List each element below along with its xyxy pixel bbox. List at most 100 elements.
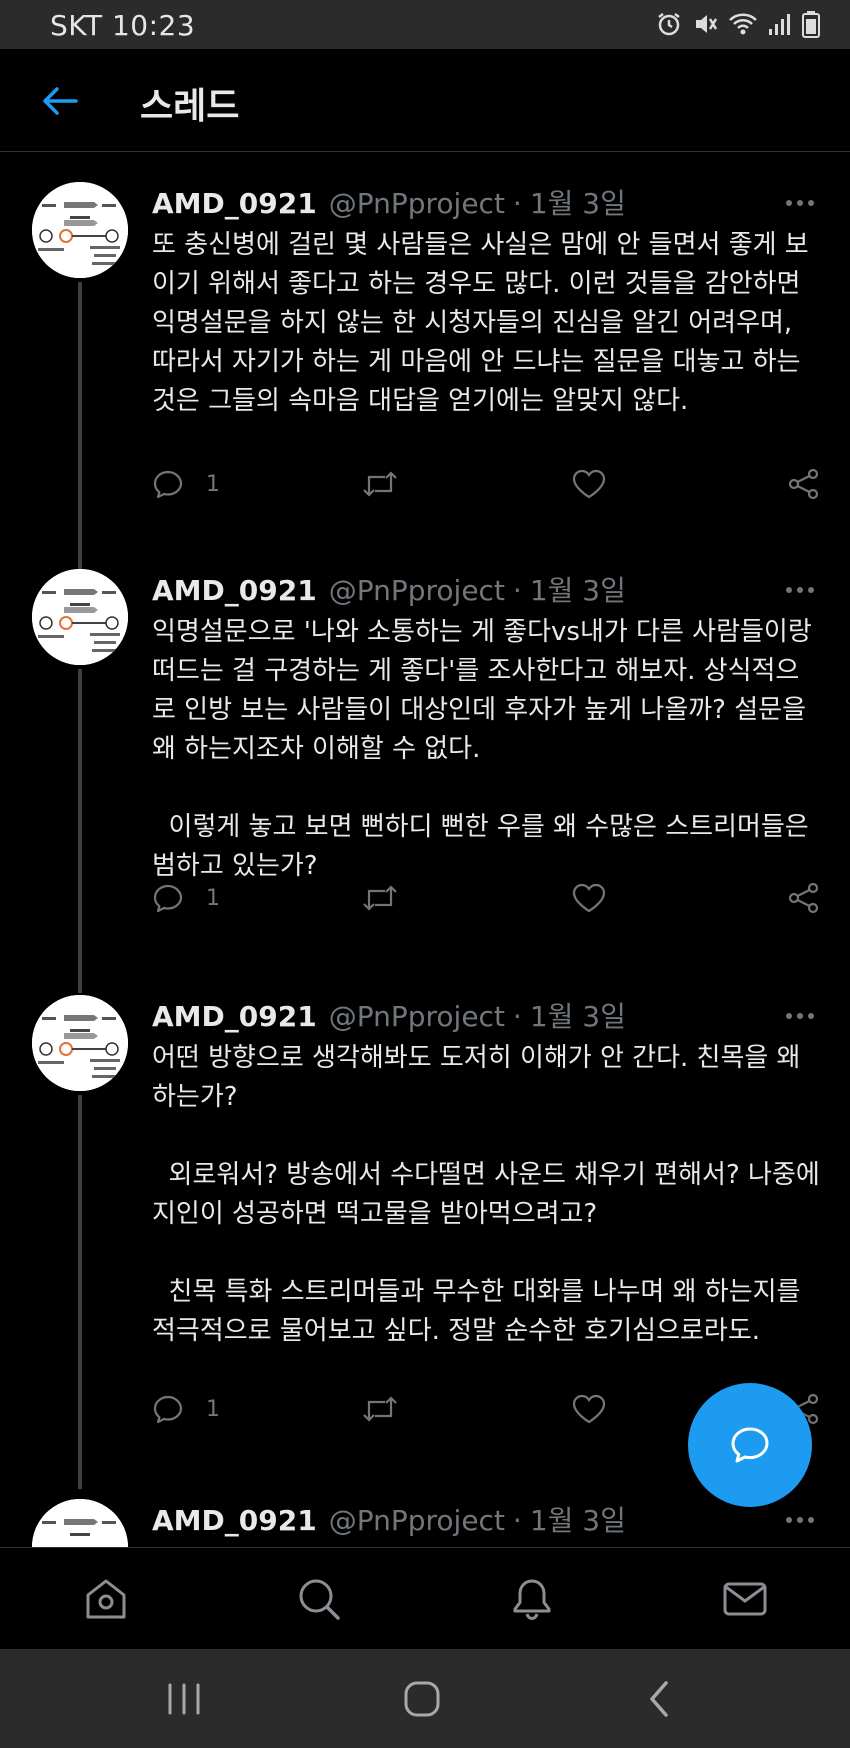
reply-bubble-icon <box>731 1427 769 1463</box>
more-icon <box>786 587 814 593</box>
alarm-icon <box>656 11 682 37</box>
back-nav-button[interactable] <box>630 1677 690 1721</box>
retweet-button[interactable] <box>362 464 398 504</box>
bottom-tab-bar <box>0 1547 850 1648</box>
messages-icon <box>723 1582 767 1616</box>
home-nav-button[interactable] <box>392 1677 452 1721</box>
more-icon <box>786 1517 814 1523</box>
reply-icon <box>153 1395 183 1424</box>
reply-button[interactable]: 1 <box>152 1389 220 1429</box>
author-handle[interactable]: @PnPproject <box>329 1000 505 1033</box>
tab-home[interactable] <box>81 1574 131 1624</box>
retweet-icon <box>363 1396 397 1422</box>
tweet-text: 익명설문으로 '나와 소통하는 게 좋다vs내가 다른 사람들이랑 떠드는 걸 … <box>152 613 822 886</box>
wifi-icon <box>728 11 758 37</box>
tab-messages[interactable] <box>720 1574 770 1624</box>
more-options-button[interactable] <box>780 188 820 218</box>
reply-count: 1 <box>206 1396 220 1422</box>
tweet-paragraph: 외로워서? 방송에서 수다떨면 사운드 채우기 편해서? 나중에 지인이 성공하… <box>152 1160 829 1229</box>
tweet-paragraph: 어떤 방향으로 생각해봐도 도저히 이해가 안 간다. 친목을 왜 하는가? <box>152 1043 801 1112</box>
tweet-date[interactable]: 1월 3일 <box>530 569 626 609</box>
retweet-icon <box>363 885 397 911</box>
tweet-actions: 1 <box>152 878 822 918</box>
tab-notifications[interactable] <box>507 1574 557 1624</box>
author-name[interactable]: AMD_0921 <box>152 187 317 220</box>
avatar[interactable] <box>32 1499 128 1547</box>
arrow-left-icon <box>43 87 78 115</box>
tweet-paragraph: 친목 특화 스트리머들과 무수한 대화를 나누며 왜 하는지를 적극적으로 물어… <box>152 1277 809 1346</box>
header: 스레드 <box>0 49 850 152</box>
like-button[interactable] <box>572 878 606 918</box>
search-icon <box>299 1579 340 1620</box>
avatar[interactable] <box>32 182 128 278</box>
tweet-text: 또 충신병에 걸린 몇 사람들은 사실은 맘에 안 들면서 좋게 보이기 위해서… <box>152 226 822 421</box>
retweet-button[interactable] <box>362 878 398 918</box>
thread-line <box>78 282 82 616</box>
tweet-paragraph: 또 충신병에 걸린 몇 사람들은 사실은 맘에 안 들면서 좋게 보이기 위해서… <box>152 230 809 416</box>
thread-line <box>78 1095 82 1489</box>
separator-dot: · <box>512 574 522 607</box>
recent-apps-button[interactable] <box>154 1677 214 1721</box>
reply-icon <box>153 884 183 913</box>
author-handle[interactable]: @PnPproject <box>329 574 505 607</box>
heart-icon <box>572 883 606 913</box>
compose-reply-button[interactable] <box>688 1383 812 1507</box>
separator-dot: · <box>512 187 522 220</box>
tweet-header: AMD_0921 @PnPproject · 1월 3일 <box>152 182 626 222</box>
separator-dot: · <box>512 1000 522 1033</box>
status-time: SKT 10:23 <box>50 9 196 42</box>
avatar[interactable] <box>32 569 128 665</box>
tweet-actions: 1 <box>152 464 822 504</box>
retweet-button[interactable] <box>362 1389 398 1429</box>
author-name[interactable]: AMD_0921 <box>152 1000 317 1033</box>
tweet-header: AMD_0921 @PnPproject · 1월 3일 <box>152 1499 626 1539</box>
more-icon <box>786 1013 814 1019</box>
page-title: 스레드 <box>140 86 240 127</box>
reply-count: 1 <box>206 885 220 911</box>
more-icon <box>786 200 814 206</box>
tweet-header: AMD_0921 @PnPproject · 1월 3일 <box>152 569 626 609</box>
battery-icon <box>802 10 820 38</box>
author-handle[interactable]: @PnPproject <box>329 1504 505 1537</box>
status-bar: SKT 10:23 <box>0 0 850 49</box>
like-button[interactable] <box>572 464 606 504</box>
share-icon <box>788 468 819 500</box>
tweet-text: 어떤 방향으로 생각해봐도 도저히 이해가 안 간다. 친목을 왜 하는가? 외… <box>152 1039 822 1351</box>
signal-icon <box>768 11 792 37</box>
thread-feed[interactable]: AMD_0921 @PnPproject · 1월 3일 또 충신병에 걸린 몇… <box>0 153 850 1547</box>
tweet-date[interactable]: 1월 3일 <box>530 995 626 1035</box>
tweet-date[interactable]: 1월 3일 <box>530 182 626 222</box>
home-nav-icon <box>404 1681 440 1717</box>
system-nav-bar <box>0 1649 850 1748</box>
heart-icon <box>572 1394 606 1424</box>
tweet-date[interactable]: 1월 3일 <box>530 1499 626 1539</box>
back-nav-icon <box>650 1681 668 1717</box>
more-options-button[interactable] <box>780 575 820 605</box>
retweet-icon <box>363 471 397 497</box>
share-icon <box>788 882 819 914</box>
reply-icon <box>153 470 183 499</box>
more-options-button[interactable] <box>780 1001 820 1031</box>
tweet-paragraph: 익명설문으로 '나와 소통하는 게 좋다vs내가 다른 사람들이랑 떠드는 걸 … <box>152 617 812 764</box>
status-icons <box>656 10 820 38</box>
home-icon <box>86 1579 126 1619</box>
thread-line <box>78 669 82 993</box>
share-button[interactable] <box>788 464 820 504</box>
share-button[interactable] <box>788 878 820 918</box>
more-options-button[interactable] <box>780 1505 820 1535</box>
author-name[interactable]: AMD_0921 <box>152 574 317 607</box>
separator-dot: · <box>512 1504 522 1537</box>
author-handle[interactable]: @PnPproject <box>329 187 505 220</box>
author-name[interactable]: AMD_0921 <box>152 1504 317 1537</box>
avatar[interactable] <box>32 995 128 1091</box>
reply-button[interactable]: 1 <box>152 464 220 504</box>
heart-icon <box>572 469 606 499</box>
like-button[interactable] <box>572 1389 606 1429</box>
tweet-header: AMD_0921 @PnPproject · 1월 3일 <box>152 995 626 1035</box>
notifications-icon <box>513 1579 551 1621</box>
tab-search[interactable] <box>294 1574 344 1624</box>
reply-button[interactable]: 1 <box>152 878 220 918</box>
vibrate-mute-icon <box>692 11 718 37</box>
back-button[interactable] <box>38 79 82 123</box>
tweet-paragraph: 이렇게 놓고 보면 뻔하디 뻔한 우를 왜 수많은 스트리머들은 범하고 있는가… <box>152 812 817 881</box>
